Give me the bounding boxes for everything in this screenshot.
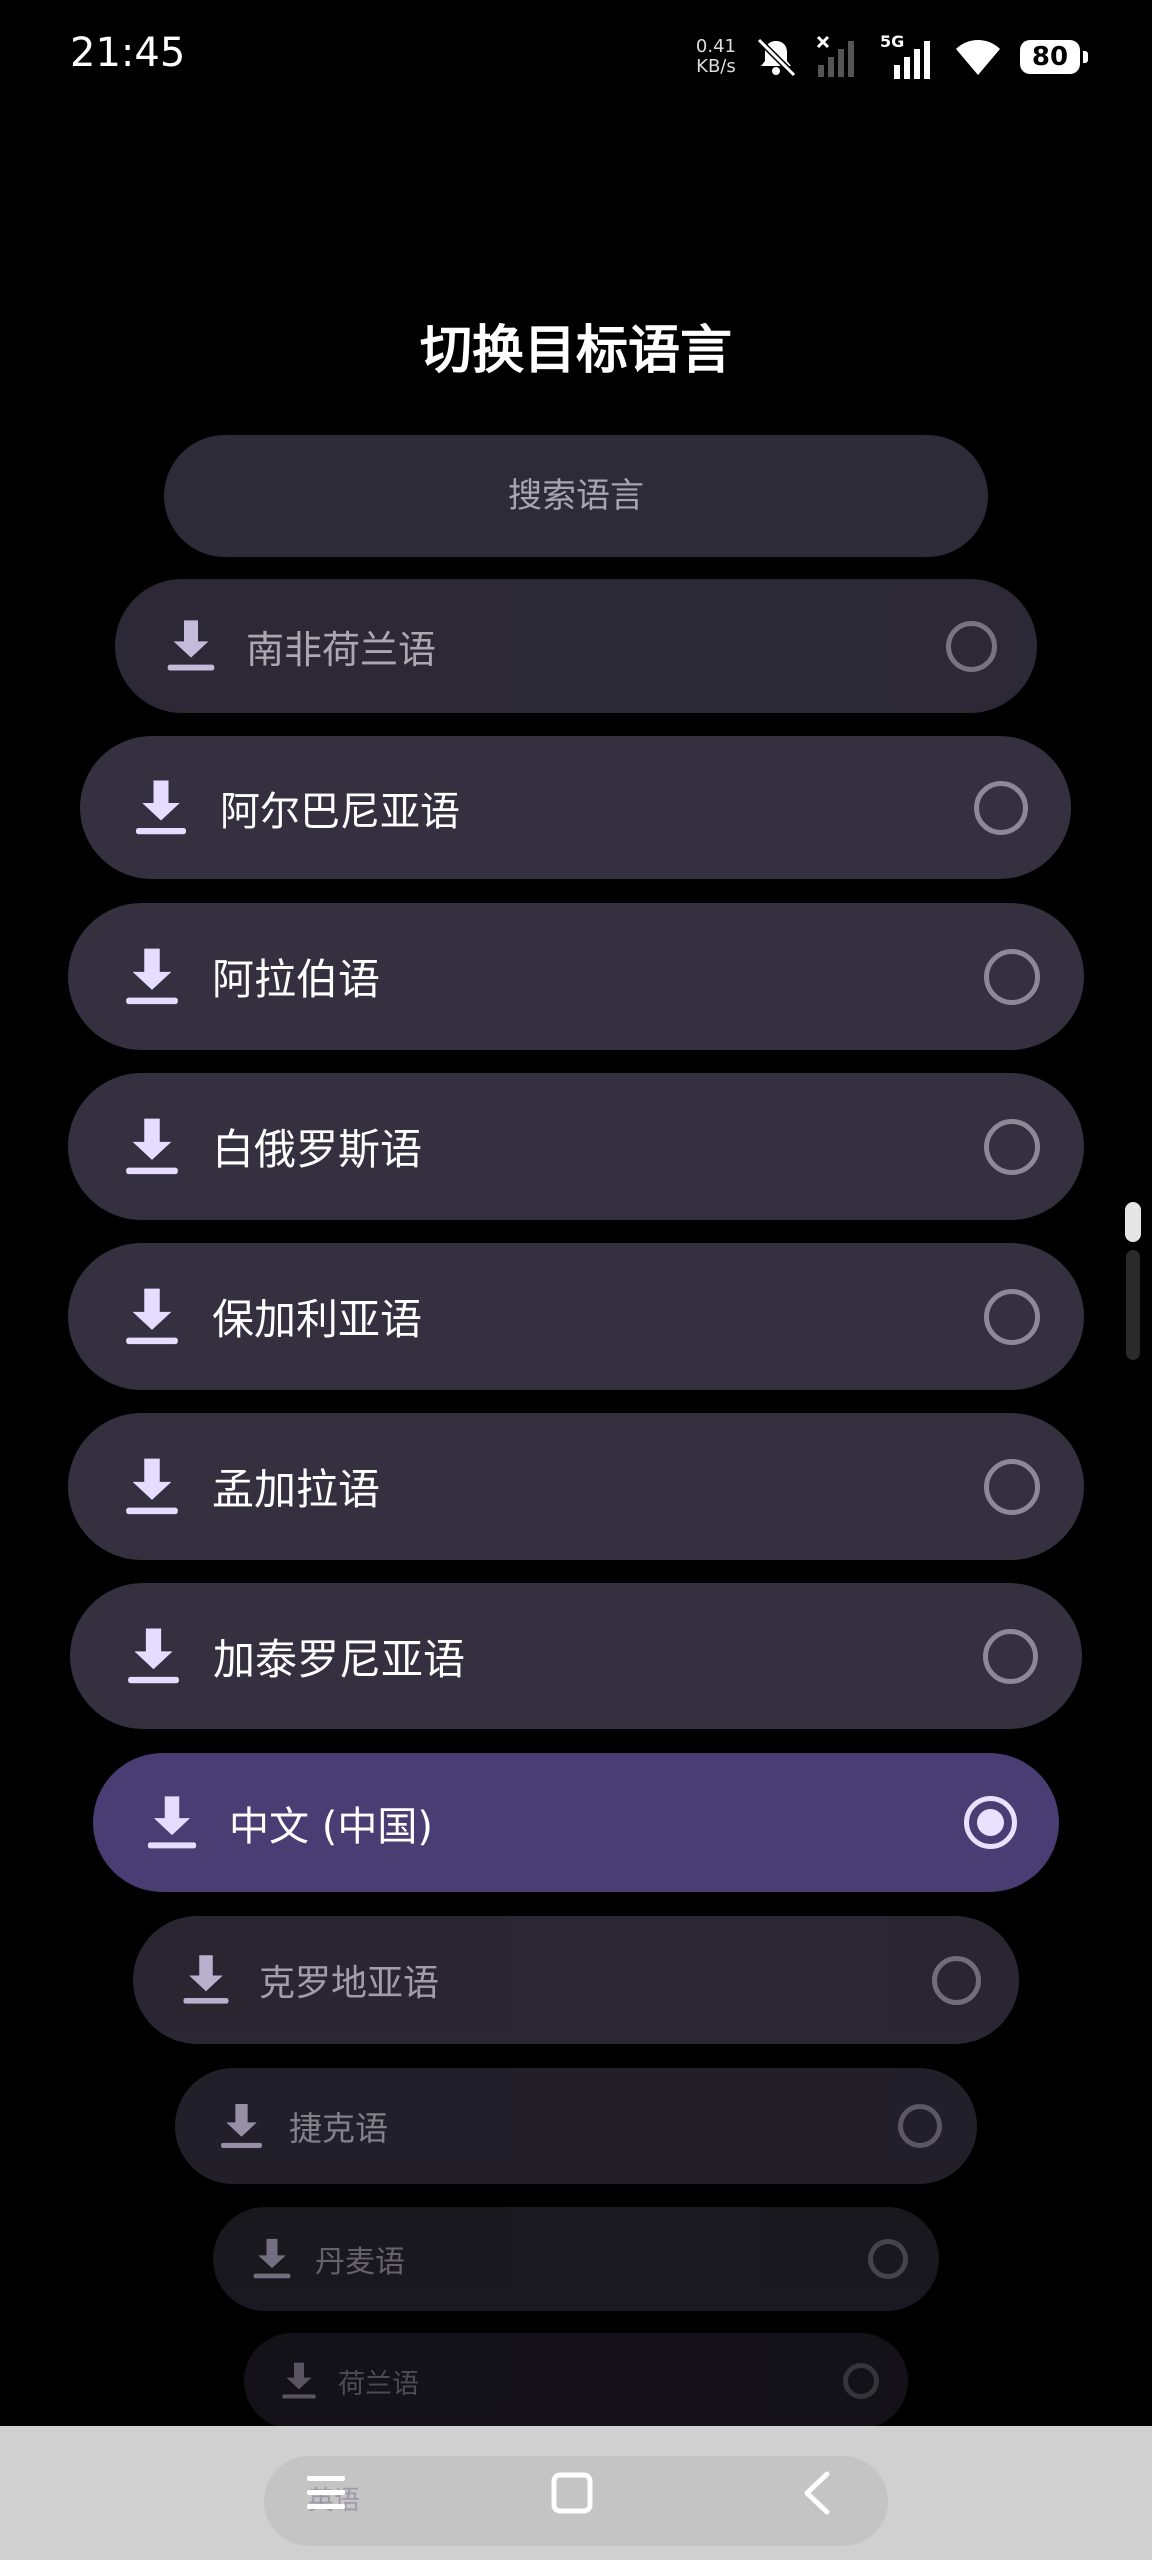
- language-label: 保加利亚语: [212, 1295, 423, 1344]
- language-option[interactable]: 南非荷兰语: [115, 579, 1037, 713]
- scrollbar-thumb[interactable]: [1125, 1202, 1141, 1242]
- download-icon[interactable]: [279, 2361, 319, 2401]
- language-label: 南非荷兰语: [246, 627, 437, 672]
- radio-unselected[interactable]: [868, 2239, 908, 2279]
- language-option[interactable]: 加泰罗尼亚语: [70, 1583, 1082, 1729]
- download-icon[interactable]: [179, 1953, 233, 2007]
- language-option[interactable]: 阿拉伯语: [68, 903, 1084, 1050]
- navigation-bar: 英语: [0, 2426, 1152, 2560]
- language-option[interactable]: 捷克语: [175, 2068, 977, 2184]
- language-label: 丹麦语: [315, 2245, 405, 2280]
- radio-unselected[interactable]: [984, 1118, 1040, 1175]
- search-input[interactable]: [203, 475, 949, 517]
- wifi-icon: [954, 37, 1002, 77]
- language-option[interactable]: 荷兰语: [244, 2333, 908, 2429]
- language-option[interactable]: 孟加拉语: [68, 1413, 1084, 1560]
- home-icon: [549, 2470, 595, 2520]
- download-icon[interactable]: [131, 778, 191, 838]
- language-label: 加泰罗尼亚语: [213, 1634, 466, 1684]
- download-icon[interactable]: [250, 2237, 294, 2281]
- radio-unselected[interactable]: [974, 780, 1028, 835]
- download-icon[interactable]: [163, 618, 219, 674]
- dialog-title: 切换目标语言: [419, 321, 732, 381]
- back-icon: [795, 2470, 841, 2520]
- menu-icon: [303, 2470, 349, 2520]
- download-icon[interactable]: [121, 1116, 183, 1178]
- language-option[interactable]: 中文 (中国): [93, 1753, 1059, 1892]
- language-label: 中文 (中国): [229, 1803, 433, 1850]
- bell-muted-icon: [754, 35, 798, 79]
- language-label: 荷兰语: [338, 2368, 419, 2400]
- download-icon[interactable]: [121, 946, 183, 1008]
- language-label: 克罗地亚语: [259, 1963, 440, 2004]
- download-icon[interactable]: [121, 1456, 183, 1518]
- language-label: 阿拉伯语: [212, 955, 381, 1004]
- home-button[interactable]: [532, 2462, 612, 2528]
- network-speed: 0.41 KB/s: [696, 37, 736, 77]
- signal-no-sim-icon: [816, 35, 862, 79]
- radio-dot: [977, 1809, 1004, 1836]
- scrollbar-track[interactable]: [1126, 1250, 1140, 1360]
- radio-unselected[interactable]: [983, 1628, 1038, 1684]
- language-option[interactable]: 白俄罗斯语: [68, 1073, 1084, 1220]
- search-bar[interactable]: [164, 435, 988, 557]
- radio-unselected[interactable]: [843, 2363, 879, 2399]
- radio-unselected[interactable]: [984, 1288, 1040, 1345]
- battery-icon: 80: [1020, 40, 1088, 74]
- network-speed-unit: KB/s: [696, 56, 736, 77]
- network-speed-value: 0.41: [695, 36, 736, 57]
- radio-selected[interactable]: [964, 1796, 1017, 1849]
- download-icon[interactable]: [121, 1286, 183, 1348]
- language-label: 白俄罗斯语: [212, 1125, 423, 1174]
- language-option[interactable]: 丹麦语: [213, 2207, 939, 2311]
- download-icon[interactable]: [123, 1626, 184, 1687]
- network-type-label: 5G: [880, 33, 904, 51]
- back-button[interactable]: [778, 2462, 858, 2528]
- download-icon[interactable]: [217, 2102, 266, 2151]
- status-icons: 0.41 KB/s 5G 80: [696, 30, 1088, 84]
- radio-unselected[interactable]: [946, 620, 997, 672]
- menu-button[interactable]: [286, 2462, 366, 2528]
- download-icon[interactable]: [143, 1794, 201, 1852]
- language-option[interactable]: 阿尔巴尼亚语: [80, 736, 1071, 879]
- radio-unselected[interactable]: [932, 1955, 981, 2005]
- language-label: 阿尔巴尼亚语: [220, 788, 460, 835]
- status-bar: 21:45 0.41 KB/s 5G 80: [0, 0, 1152, 120]
- status-time: 21:45: [70, 30, 186, 76]
- radio-unselected[interactable]: [898, 2104, 942, 2148]
- signal-5g-icon: 5G: [880, 33, 936, 81]
- language-option[interactable]: 克罗地亚语: [133, 1916, 1019, 2044]
- radio-unselected[interactable]: [984, 948, 1040, 1005]
- language-label: 捷克语: [289, 2109, 388, 2148]
- language-option[interactable]: 保加利亚语: [68, 1243, 1084, 1390]
- language-label: 孟加拉语: [212, 1465, 381, 1514]
- radio-unselected[interactable]: [984, 1458, 1040, 1515]
